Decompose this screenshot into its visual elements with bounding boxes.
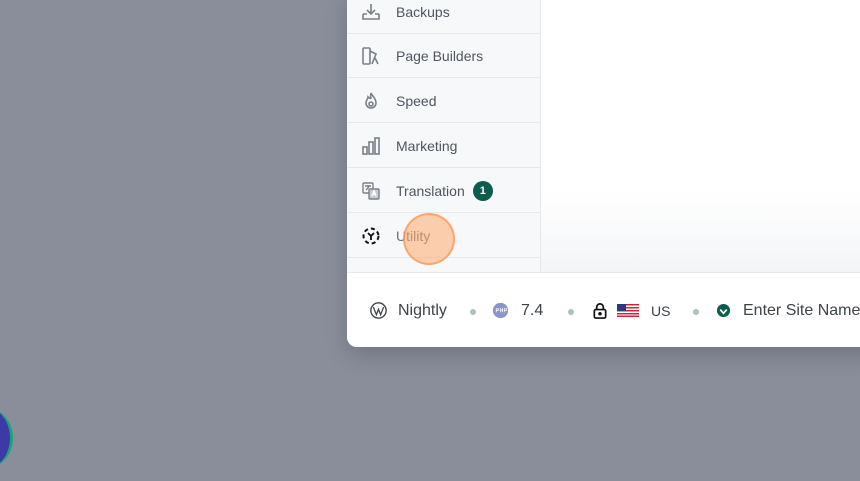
sidebar-item-page-builders[interactable]: Page Builders [347,34,540,78]
wordpress-version-value: Nightly [398,301,447,319]
translate-icon [360,180,382,202]
site-name-placeholder: Enter Site Name [743,301,860,319]
us-flag-icon [617,304,639,317]
wordpress-icon [370,302,387,319]
check-badge-icon [716,303,731,318]
sidebar-item-translation[interactable]: Translation 1 [347,169,540,213]
page-builder-icon [360,45,382,67]
sidebar-item-backups[interactable]: Backups [347,0,540,34]
region-value: US [651,302,671,319]
lock-icon [592,302,608,319]
bar-chart-icon [360,135,382,157]
php-version[interactable]: 7.4 [492,273,543,347]
sidebar-item-label: Translation [396,182,465,199]
php-version-value: 7.4 [521,301,544,319]
sidebar-item-label: Speed [396,92,437,109]
sidebar-item-speed[interactable]: Speed [347,79,540,123]
region-selector[interactable]: US [592,273,670,347]
site-setup-window: Backups Page Builders Speed Marketing Tr… [347,0,860,347]
separator-dot [568,309,574,315]
speed-flame-icon [360,90,382,112]
utility-icon [360,225,382,247]
separator-dot [470,309,476,315]
translation-count-badge: 1 [472,180,493,201]
separator-dot [693,309,699,315]
main-content-area [541,190,860,272]
site-name-field[interactable]: Enter Site Name [716,273,860,347]
chat-launcher-button[interactable] [0,408,13,468]
php-icon [492,302,509,319]
backup-download-icon [360,1,382,23]
sidebar-item-label: Backups [396,3,450,20]
sidebar-item-label: Marketing [396,137,458,154]
site-info-footer: Nightly 7.4 US Enter Site Name [347,272,860,347]
click-indicator [403,213,455,265]
sidebar-item-label: Page Builders [396,47,484,64]
sidebar-item-marketing[interactable]: Marketing [347,124,540,168]
wordpress-version[interactable]: Nightly [370,273,447,347]
